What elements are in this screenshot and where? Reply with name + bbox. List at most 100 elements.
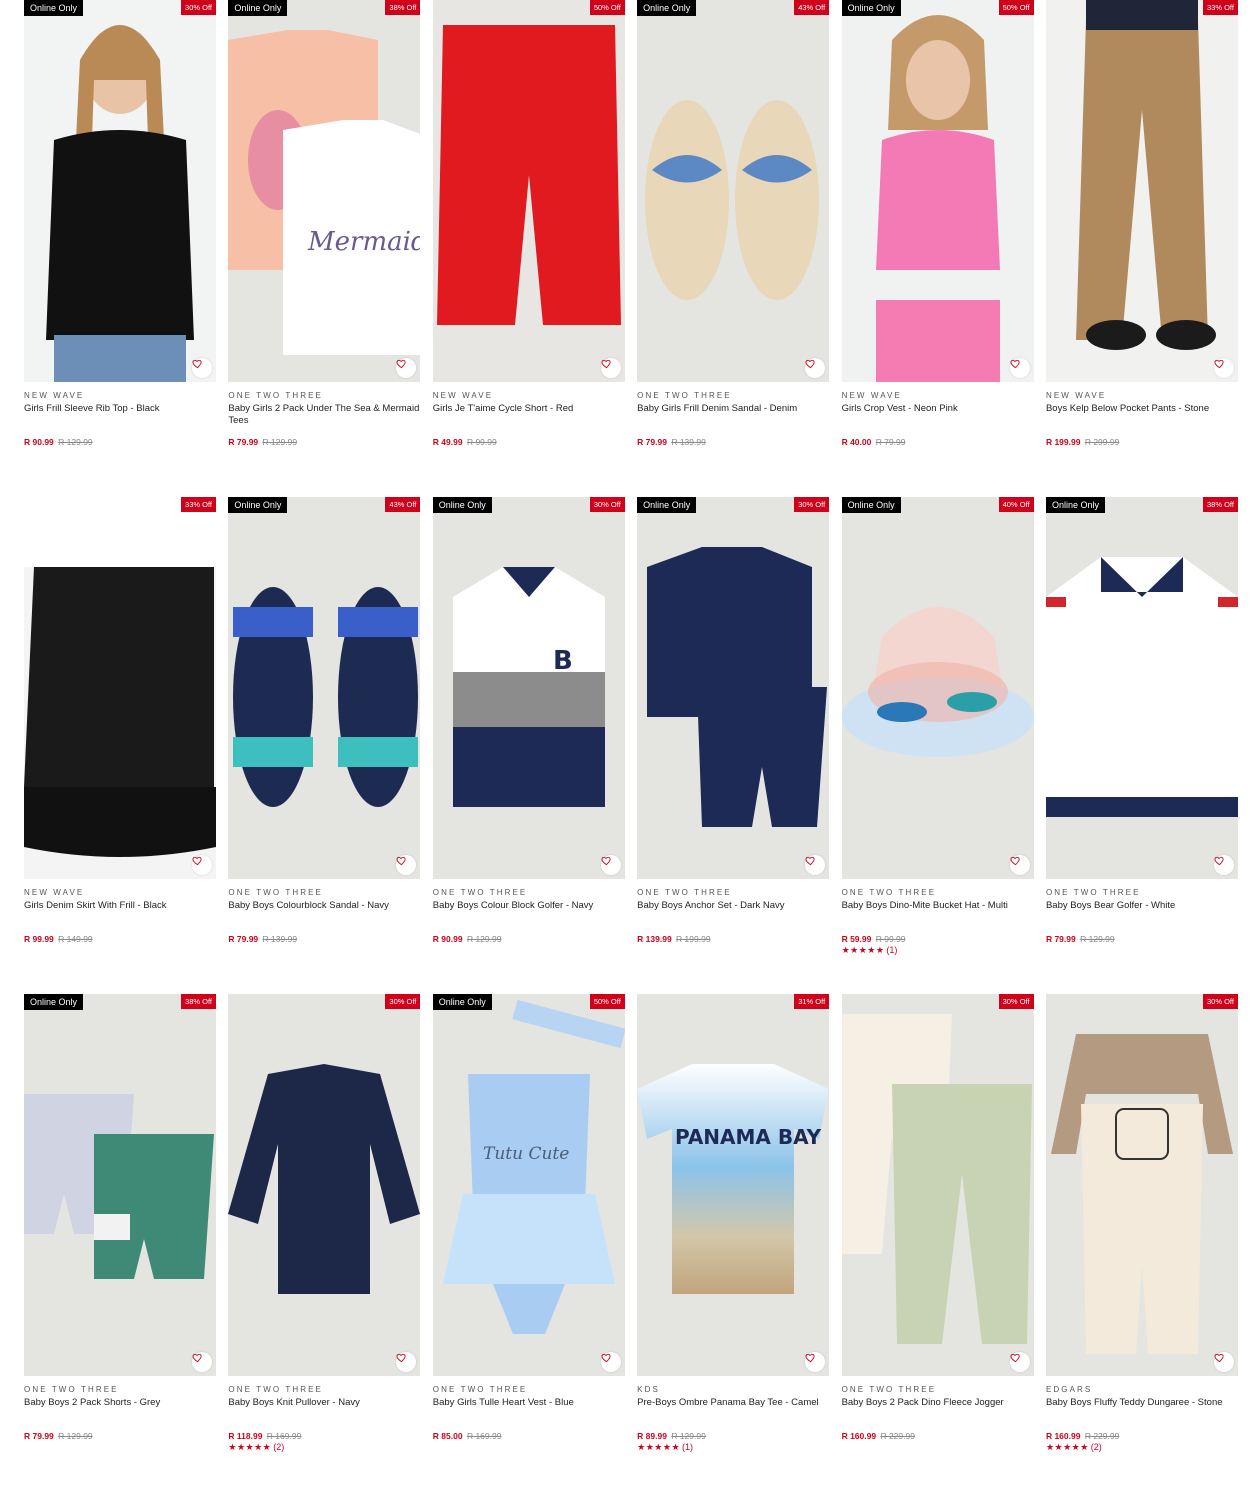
heart-outline-icon [1010,856,1020,866]
wishlist-button[interactable] [192,1352,212,1372]
wishlist-button[interactable] [192,358,212,378]
product-image[interactable]: Tutu Cute Online Only 50% Off [432,994,625,1376]
product-price: R 199.99 R 299.99 [1046,437,1238,447]
original-price: R 169.99 [466,1431,502,1441]
wishlist-button[interactable] [600,1352,621,1372]
product-photo [24,0,216,382]
product-brand: ONE TWO THREE [432,1385,528,1394]
wishlist-button[interactable] [192,855,212,875]
product-image[interactable]: Online Only 30% Off [24,0,216,382]
product-image[interactable]: Online Only 38% Off [24,994,216,1376]
product-name[interactable]: Baby Boys Knit Pullover - Navy [228,1397,420,1427]
product-name[interactable]: Pre-Boys Ombre Panama Bay Tee - Camel [637,1397,829,1427]
product-name[interactable]: Baby Boys Colourblock Sandal - Navy [228,900,420,930]
wishlist-button[interactable] [1213,358,1234,378]
wishlist-button[interactable] [1213,855,1234,875]
star-rating[interactable]: ★★★★★ (1) [637,1442,829,1452]
online-only-badge: Online Only [841,0,901,16]
product-image[interactable]: Online Only 40% Off [841,497,1034,879]
product-image[interactable]: Online Only 50% Off [841,0,1034,382]
product-name[interactable]: Girls Denim Skirt With Frill - Black [24,900,216,930]
product-name[interactable]: Girls Je T'aime Cycle Short - Red [433,403,625,433]
product-card[interactable]: 30% Off ONE TWO THREE Baby Boys 2 Pack Din… [841,994,1034,1503]
product-image[interactable]: 33% Off [24,497,216,879]
product-image[interactable]: 50% Off [432,0,625,382]
original-price: R 129.99 [1080,934,1115,944]
wishlist-button[interactable] [600,358,621,378]
product-name[interactable]: Baby Boys 2 Pack Shorts - Grey [24,1397,216,1427]
product-image[interactable]: Online Only 43% Off [637,0,830,382]
product-card[interactable]: 30% Off ONE TWO THREE Baby Boys Knit Pullo… [228,994,421,1503]
product-card[interactable]: Online Only 43% Off ONE TWO THREE Baby Boys… [228,497,421,994]
product-image[interactable]: 30% Off [1045,994,1238,1376]
heart-outline-icon [1214,1353,1224,1363]
product-image[interactable]: 30% Off [228,994,421,1376]
wishlist-button[interactable] [1213,1352,1234,1372]
product-brand: ONE TWO THREE [637,888,732,897]
product-photo [841,497,1034,879]
product-photo [1045,0,1238,382]
product-image[interactable]: B Online Only 30% Off [432,497,625,879]
product-image[interactable]: Online Only 30% Off [637,497,830,879]
product-name[interactable]: Baby Girls Tulle Heart Vest - Blue [433,1397,625,1427]
sale-price: R 85.00 [432,1431,463,1441]
product-card[interactable]: 33% Off NEW WAVE Girls Denim Skirt With Fr… [24,497,216,994]
star-rating[interactable]: ★★★★★ (2) [228,1442,420,1452]
product-brand: EDGARS [1045,1385,1093,1394]
sale-price: R 89.99 [637,1431,667,1441]
product-photo [228,497,421,879]
product-name[interactable]: Baby Boys Colour Block Golfer - Navy [433,900,625,930]
wishlist-button[interactable] [1009,358,1030,378]
heart-outline-icon [1214,856,1224,866]
product-name[interactable]: Girls Frill Sleeve Rib Top - Black [24,403,216,433]
product-image[interactable]: Mermaid Online Only 38% Off [228,0,421,382]
product-name[interactable]: Boys Kelp Below Pocket Pants - Stone [1046,403,1238,433]
discount-badge: 30% Off [385,994,421,1009]
product-image[interactable]: 33% Off [1045,0,1238,382]
product-card[interactable]: Mermaid Online Only 38% Off ONE TWO THREE Ba… [228,0,421,497]
wishlist-button[interactable] [600,855,621,875]
discount-badge: 30% Off [998,994,1034,1009]
product-card[interactable]: Online Only 30% Off NEW WAVE Girls Frill Sl… [24,0,216,497]
product-name[interactable]: Baby Boys Bear Golfer - White [1046,900,1238,930]
online-only-badge: Online Only [24,994,84,1010]
product-price: R 99.99 R 149.99 [24,934,216,944]
product-name[interactable]: Baby Boys Fluffy Teddy Dungaree - Stone [1046,1397,1238,1427]
product-name[interactable]: Baby Girls Frill Denim Sandal - Denim [637,403,829,433]
product-name[interactable]: Baby Girls 2 Pack Under The Sea & Mermai… [228,403,420,433]
wishlist-button[interactable] [1009,855,1030,875]
product-card[interactable]: Online Only 38% Off ONE TWO THREE Baby Boys… [24,994,216,1503]
product-card[interactable]: Online Only 38% Off ONE TWO THREE Baby Boys… [1045,497,1238,994]
product-card[interactable]: 30% Off EDGARS Baby Boys Fluffy Teddy Dung… [1045,994,1238,1503]
product-card[interactable]: 33% Off NEW WAVE Boys Kelp Below Pocket Pa… [1045,0,1238,497]
product-image[interactable]: Online Only 38% Off [1045,497,1238,879]
wishlist-button[interactable] [1009,1352,1030,1372]
heart-outline-icon [396,1353,407,1363]
product-card[interactable]: Online Only 30% Off ONE TWO THREE Baby Boys… [637,497,830,994]
product-card[interactable]: Online Only 43% Off ONE TWO THREE Baby Girl… [637,0,830,497]
original-price: R 149.99 [58,934,93,944]
original-price: R 129.99 [671,1431,706,1441]
svg-text:PANAMA BAY: PANAMA BAY [675,1125,822,1149]
product-card[interactable]: PANAMA BAY 31% Off KDS Pre-Boys Ombre Panam… [637,994,830,1503]
star-rating[interactable]: ★★★★★ (2) [1046,1442,1238,1452]
product-card[interactable]: Online Only 40% Off ONE TWO THREE Baby Boys… [841,497,1034,994]
product-name[interactable]: Girls Crop Vest - Neon Pink [842,403,1034,433]
product-photo: PANAMA BAY [637,994,830,1376]
online-only-badge: Online Only [432,994,492,1010]
product-image[interactable]: PANAMA BAY 31% Off [637,994,830,1376]
product-card[interactable]: B Online Only 30% Off ONE TWO THREE Baby Boy… [432,497,625,994]
product-name[interactable]: Baby Boys Dino-Mite Bucket Hat - Multi [842,900,1034,930]
discount-badge: 50% Off [998,0,1034,15]
product-name[interactable]: Baby Boys 2 Pack Dino Fleece Jogger [842,1397,1034,1427]
product-card[interactable]: 50% Off NEW WAVE Girls Je T'aime Cycle Sho… [432,0,625,497]
star-rating[interactable]: ★★★★★ (1) [842,945,1034,955]
product-image[interactable]: Online Only 43% Off [228,497,421,879]
product-price: R 79.99 R 129.99 [1046,934,1238,944]
product-name[interactable]: Baby Boys Anchor Set - Dark Navy [637,900,829,930]
sale-price: R 79.99 [637,437,667,447]
svg-text:Tutu Cute: Tutu Cute [483,1144,569,1164]
product-card[interactable]: Tutu Cute Online Only 50% Off ONE TWO THREE… [432,994,625,1503]
product-card[interactable]: Online Only 50% Off NEW WAVE Girls Crop Ves… [841,0,1034,497]
product-image[interactable]: 30% Off [841,994,1034,1376]
